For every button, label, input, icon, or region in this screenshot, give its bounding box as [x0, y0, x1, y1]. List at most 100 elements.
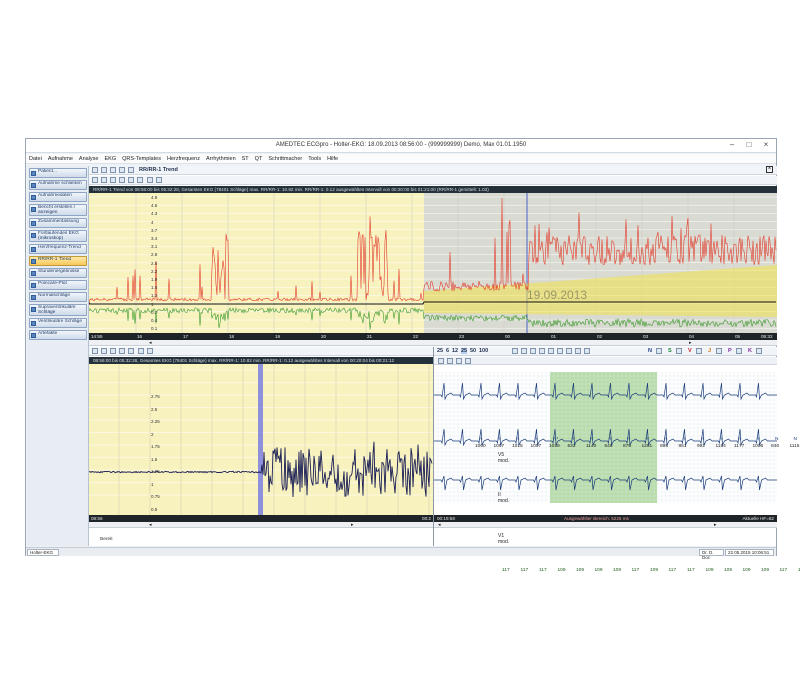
ecg-strip[interactable] — [434, 365, 777, 515]
scroll-right-icon[interactable]: ▸ — [689, 340, 692, 346]
beat-class-icon[interactable] — [736, 348, 742, 354]
zoom-out-icon[interactable] — [110, 177, 116, 183]
template-icon[interactable] — [438, 358, 444, 364]
ecg-tool-icon[interactable] — [575, 348, 581, 354]
zoom-in-icon[interactable] — [101, 348, 107, 354]
y-tick-label: 1 — [151, 481, 154, 487]
zoom-out-icon[interactable] — [110, 348, 116, 354]
scroll-right-icon[interactable]: ▸ — [351, 522, 354, 528]
zoom-option[interactable]: 100 — [479, 348, 488, 354]
zoom-option[interactable]: 25 — [437, 348, 443, 354]
sidebar-button[interactable]: Stundenergebnisse — [29, 268, 87, 278]
chart-icon[interactable] — [128, 348, 134, 354]
beat-class-icon[interactable] — [656, 348, 662, 354]
sidebar-button[interactable]: Supraventrikuläre Schläge — [29, 304, 87, 316]
maximize-icon[interactable]: □ — [741, 140, 757, 151]
sidebar-button[interactable]: Artefakte — [29, 330, 87, 340]
sidebar-button[interactable]: Normalschläge — [29, 292, 87, 302]
beat-class-button[interactable]: V — [688, 348, 692, 354]
sidebar-button[interactable]: Aufnahme schließen — [29, 180, 87, 190]
menu-item[interactable]: Tools — [305, 154, 324, 164]
cursor-icon[interactable] — [92, 177, 98, 183]
export-icon[interactable] — [128, 177, 134, 183]
sidebar-button[interactable]: Fortlaufendes EKG (mikroskop) — [29, 230, 87, 242]
ecg-tool-icon[interactable] — [566, 348, 572, 354]
scroll-left-icon[interactable]: ◂ — [149, 340, 152, 346]
beat-class-button[interactable]: K — [748, 348, 752, 354]
beat-class-icon[interactable] — [676, 348, 682, 354]
menu-item[interactable]: Schrittmacher — [265, 154, 305, 164]
sidebar-button[interactable]: Zusammenfassung — [29, 218, 87, 228]
close-tab-icon[interactable]: × — [766, 166, 773, 173]
ecg-tool-icon[interactable] — [557, 348, 563, 354]
scroll-left-icon[interactable]: ◂ — [438, 522, 441, 528]
beat-class-button[interactable]: J — [708, 348, 711, 354]
tab-list-icon[interactable] — [119, 167, 125, 173]
ecg-tool-icon[interactable] — [584, 348, 590, 354]
menu-item[interactable]: Aufnahme — [45, 154, 76, 164]
menu-item[interactable]: Herzfrequenz — [164, 154, 203, 164]
beat-class-button[interactable]: S — [668, 348, 672, 354]
beat-class-button[interactable]: N — [648, 348, 652, 354]
scroll-right-icon[interactable]: ▸ — [714, 522, 717, 528]
ecg-tool-icon[interactable] — [548, 348, 554, 354]
menu-item[interactable]: Hilfe — [324, 154, 341, 164]
chart-icon[interactable] — [137, 177, 143, 183]
ecg-scrollbar[interactable]: ◂ ▸ — [434, 522, 777, 528]
settings-gear-icon[interactable] — [147, 177, 153, 183]
grid-icon[interactable] — [147, 348, 153, 354]
tab-list-icon[interactable] — [92, 167, 98, 173]
sidebar-button[interactable]: Ventrikuläre Schläge — [29, 318, 87, 328]
rr-detail-chart[interactable] — [89, 364, 433, 515]
zoom-option[interactable]: 12 — [452, 348, 458, 354]
menu-item[interactable]: ST — [239, 154, 252, 164]
beat-class-icon[interactable] — [716, 348, 722, 354]
beat-class-icon[interactable] — [756, 348, 762, 354]
detail-scrollbar[interactable]: ◂ ▸ — [89, 522, 433, 528]
minimize-icon[interactable]: – — [724, 140, 740, 151]
ecg-tool-icon[interactable] — [539, 348, 545, 354]
tab-list-icon[interactable] — [128, 167, 134, 173]
y-tick-label: 1.6 — [151, 285, 158, 291]
tab-list-icon[interactable] — [110, 167, 116, 173]
selection-cursor[interactable] — [258, 364, 263, 515]
sidebar-button[interactable]: RR/RR-1 Trend — [29, 256, 87, 266]
grid-icon[interactable] — [465, 358, 471, 364]
zoom-option[interactable]: 50 — [470, 348, 476, 354]
beat-class-icon[interactable] — [696, 348, 702, 354]
menu-item[interactable]: Arrhythmien — [203, 154, 239, 164]
settings-gear-icon[interactable] — [138, 348, 144, 354]
sidebar-button[interactable]: Bericht erstellen / anzeigen — [29, 204, 87, 216]
hr-value-label: 117 — [520, 568, 529, 573]
y-tick-label: 4 — [151, 219, 154, 225]
ecg-tool-icon[interactable] — [521, 348, 527, 354]
trend-toolbar — [89, 176, 777, 185]
sidebar-button[interactable]: Herzfrequenz-Trend — [29, 244, 87, 254]
tab-list-icon[interactable] — [101, 167, 107, 173]
menu-item[interactable]: EKG — [102, 154, 120, 164]
beat-class-button[interactable]: P — [728, 348, 732, 354]
trend-scrollbar[interactable]: ◂ ▸ — [89, 340, 777, 346]
tab-rr-trend[interactable]: RR/RR-1 Trend — [139, 167, 178, 173]
print-icon[interactable] — [119, 177, 125, 183]
zoom-in-icon[interactable] — [447, 358, 453, 364]
close-icon[interactable]: × — [758, 140, 774, 151]
grid-icon[interactable] — [156, 177, 162, 183]
cursor-icon[interactable] — [92, 348, 98, 354]
sidebar-button[interactable]: Patient... — [29, 168, 87, 178]
rr-trend-chart[interactable] — [89, 193, 777, 333]
menu-item[interactable]: Datei — [26, 154, 45, 164]
ecg-tool-icon[interactable] — [530, 348, 536, 354]
zoom-option[interactable]: 25 — [461, 348, 468, 354]
menu-item[interactable]: QRS-Templates — [119, 154, 164, 164]
menu-item[interactable]: QT — [252, 154, 266, 164]
menu-item[interactable]: Analyse — [76, 154, 102, 164]
print-icon[interactable] — [119, 348, 125, 354]
settings-gear-icon[interactable] — [456, 358, 462, 364]
sidebar-button[interactable]: Poincaré-Plot — [29, 280, 87, 290]
sidebar-button[interactable]: Aufnahmedaten — [29, 192, 87, 202]
ecg-tool-icon[interactable] — [512, 348, 518, 354]
scroll-left-icon[interactable]: ◂ — [149, 522, 152, 528]
zoom-option[interactable]: 6 — [446, 348, 449, 354]
zoom-in-icon[interactable] — [101, 177, 107, 183]
